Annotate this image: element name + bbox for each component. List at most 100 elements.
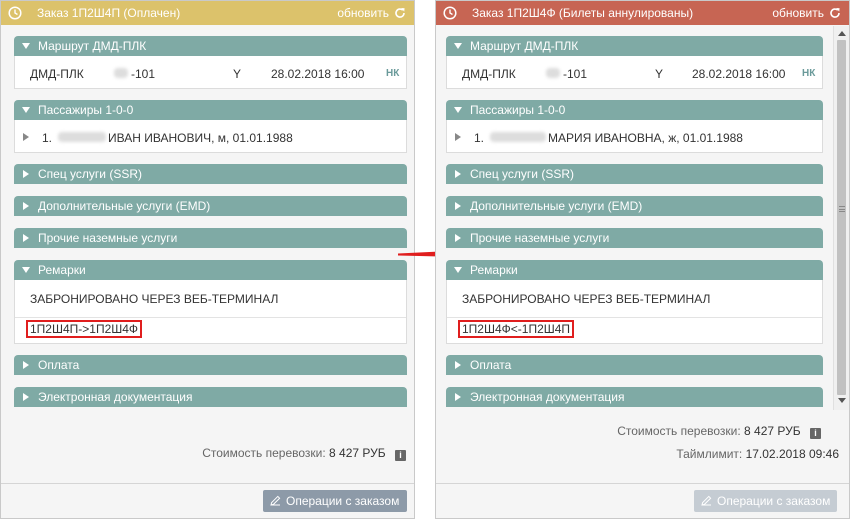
segment-status: НК [386, 68, 400, 79]
scroll-up-icon[interactable] [838, 30, 846, 36]
section-emd[interactable]: Дополнительные услуги (EMD) [446, 196, 823, 216]
triangle-right-icon [23, 170, 29, 178]
section-title: Пассажиры 1-0-0 [470, 103, 566, 117]
refresh-icon [830, 8, 840, 18]
route-segment-row: ДМД-ПЛК -101 Y 28.02.2018 16:00 НК [446, 56, 823, 89]
segment-class: Y [655, 67, 664, 81]
scroll-thumb[interactable] [837, 40, 846, 395]
refresh-label: обновить [772, 6, 824, 20]
passenger-index: 1. [42, 131, 53, 145]
triangle-right-icon[interactable] [454, 132, 462, 142]
passenger-name: МАРИЯ ИВАНОВНА, ж, 01.01.1988 [548, 131, 743, 145]
scroll-grip [839, 206, 845, 212]
triangle-down-icon [454, 267, 462, 273]
order-panel-cancelled: Заказ 1П2Ш4Ф (Билеты аннулированы) обнов… [435, 0, 850, 519]
timelimit-label: Таймлимит: [676, 447, 743, 461]
remark-highlighted: 1П2Ш4П->1П2Ш4Ф [26, 320, 143, 338]
section-emd[interactable]: Дополнительные услуги (EMD) [14, 196, 407, 216]
triangle-right-icon [23, 361, 29, 369]
triangle-down-icon [22, 107, 30, 113]
triangle-right-icon [455, 361, 461, 369]
pencil-icon [701, 495, 712, 506]
redacted-airline [114, 68, 128, 78]
remarks-content: ЗАБРОНИРОВАНО ЧЕРЕЗ ВЕБ-ТЕРМИНАЛ 1П2Ш4Ф<… [446, 280, 823, 344]
triangle-right-icon [455, 393, 461, 401]
section-title: Прочие наземные услуги [38, 231, 178, 245]
passenger-row[interactable]: 1. ИВАН ИВАНОВИЧ, м, 01.01.1988 [14, 120, 407, 153]
order-title: Заказ 1П2Ш4Ф (Билеты аннулированы) [472, 6, 694, 20]
scrollbar[interactable] [833, 26, 849, 410]
section-title: Электронная документация [38, 390, 193, 404]
triangle-right-icon [455, 170, 461, 178]
triangle-right-icon[interactable] [22, 132, 30, 142]
section-title: Маршрут ДМД-ПЛК [38, 39, 147, 53]
section-title: Электронная документация [470, 390, 625, 404]
section-title: Ремарки [470, 263, 518, 277]
cost-label: Стоимость перевозки: [617, 424, 741, 438]
order-panel-paid: Заказ 1П2Ш4П (Оплачен) обновить Маршрут … [0, 0, 415, 519]
cost-value: 8 427 РУБ [329, 446, 386, 460]
triangle-right-icon [23, 202, 29, 210]
triangle-right-icon [23, 393, 29, 401]
section-passengers[interactable]: Пассажиры 1-0-0 [446, 100, 823, 120]
refresh-label: обновить [337, 6, 389, 20]
remark-line: ЗАБРОНИРОВАНО ЧЕРЕЗ ВЕБ-ТЕРМИНАЛ [30, 292, 279, 306]
section-ground[interactable]: Прочие наземные услуги [14, 228, 407, 248]
remark-line: ЗАБРОНИРОВАНО ЧЕРЕЗ ВЕБ-ТЕРМИНАЛ [462, 292, 711, 306]
timelimit-line: Таймлимит: 17.02.2018 09:46 [676, 447, 839, 461]
section-passengers[interactable]: Пассажиры 1-0-0 [14, 100, 407, 120]
info-icon[interactable]: i [810, 428, 821, 439]
section-docs[interactable]: Электронная документация [446, 387, 823, 407]
segment-datetime: 28.02.2018 16:00 [271, 67, 365, 81]
section-route[interactable]: Маршрут ДМД-ПЛК [14, 36, 407, 56]
segment-flight: -101 [131, 67, 156, 81]
section-title: Ремарки [38, 263, 86, 277]
section-title: Маршрут ДМД-ПЛК [470, 39, 579, 53]
divider [15, 317, 406, 318]
segment-class: Y [233, 67, 242, 81]
timelimit-value: 17.02.2018 09:46 [745, 447, 839, 461]
section-remarks[interactable]: Ремарки [14, 260, 407, 280]
route-segment-row: ДМД-ПЛК -101 Y 28.02.2018 16:00 НК [14, 56, 407, 89]
redacted-surname [490, 132, 546, 142]
passenger-row[interactable]: 1. МАРИЯ ИВАНОВНА, ж, 01.01.1988 [446, 120, 823, 153]
section-ssr[interactable]: Спец услуги (SSR) [446, 164, 823, 184]
divider [447, 317, 822, 318]
info-icon[interactable]: i [395, 450, 406, 461]
section-route[interactable]: Маршрут ДМД-ПЛК [446, 36, 823, 56]
triangle-right-icon [455, 234, 461, 242]
triangle-right-icon [455, 202, 461, 210]
triangle-down-icon [22, 43, 30, 49]
triangle-down-icon [22, 267, 30, 273]
section-remarks[interactable]: Ремарки [446, 260, 823, 280]
refresh-button[interactable]: обновить [772, 1, 841, 25]
clock-icon [8, 6, 22, 20]
section-title: Пассажиры 1-0-0 [38, 103, 134, 117]
section-ssr[interactable]: Спец услуги (SSR) [14, 164, 407, 184]
section-title: Спец услуги (SSR) [38, 167, 142, 181]
refresh-button[interactable]: обновить [337, 1, 406, 25]
redacted-airline [546, 68, 560, 78]
order-title: Заказ 1П2Ш4П (Оплачен) [37, 6, 181, 20]
triangle-down-icon [454, 107, 462, 113]
section-title: Оплата [470, 358, 512, 372]
refresh-icon [395, 8, 405, 18]
section-title: Дополнительные услуги (EMD) [470, 199, 643, 213]
scroll-down-icon[interactable] [838, 398, 846, 404]
segment-datetime: 28.02.2018 16:00 [692, 67, 786, 81]
order-operations-button[interactable]: Операции с заказом [694, 490, 837, 512]
section-ground[interactable]: Прочие наземные услуги [446, 228, 823, 248]
segment-route: ДМД-ПЛК [30, 67, 84, 81]
section-title: Дополнительные услуги (EMD) [38, 199, 211, 213]
section-docs[interactable]: Электронная документация [14, 387, 407, 407]
section-payment[interactable]: Оплата [446, 355, 823, 375]
segment-route: ДМД-ПЛК [462, 67, 516, 81]
panel-footer: Операции с заказом [1, 483, 414, 518]
cost-line: Стоимость перевозки: 8 427 РУБ i [617, 424, 821, 439]
button-label: Операции с заказом [717, 494, 831, 508]
cost-value: 8 427 РУБ [744, 424, 801, 438]
order-operations-button[interactable]: Операции с заказом [263, 490, 407, 512]
segment-status: НК [802, 68, 816, 79]
section-title: Спец услуги (SSR) [470, 167, 574, 181]
section-payment[interactable]: Оплата [14, 355, 407, 375]
